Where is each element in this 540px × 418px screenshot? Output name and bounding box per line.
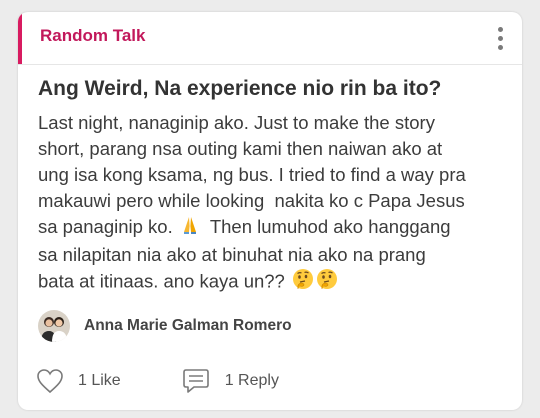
vertical-ellipsis-dot: [497, 35, 503, 41]
body-line-segment: sa panaginip ko.: [38, 216, 173, 237]
like-button[interactable]: 1 Like: [36, 368, 121, 394]
heart-outline-icon: [37, 369, 63, 394]
body-line: short, parang nsa outing kami then naiwa…: [38, 138, 443, 159]
chat-bubble-icon: [182, 369, 209, 393]
more-options-button[interactable]: [492, 20, 508, 56]
body-line-with-emoji: sa panaginip ko. Then lumuhod ako hangga…: [38, 214, 518, 242]
thinking-face-emoji: [292, 268, 314, 297]
body-line-with-emoji: bata at itinaas. ano kaya un??: [38, 268, 518, 297]
header-divider: [18, 64, 522, 65]
like-count-label: 1 Like: [78, 372, 121, 389]
post-actions: 1 Like 1 Reply: [36, 364, 279, 398]
body-line: ung isa kong ksama, ng bus. I tried to f…: [38, 164, 466, 185]
reply-count-label: 1 Reply: [224, 372, 279, 389]
body-line-segment: bata at itinaas. ano kaya un??: [38, 270, 285, 291]
body-line: sa nilapitan nia ako at binuhat nia ako …: [38, 243, 426, 265]
category-accent-bar: [18, 12, 22, 64]
category-label[interactable]: Random Talk: [40, 26, 145, 46]
thinking-face-emoji: [316, 268, 338, 297]
reply-button[interactable]: 1 Reply: [181, 366, 279, 396]
folded-hands-emoji: [180, 215, 200, 242]
body-line-segment: Then lumuhod ako hanggang: [199, 216, 451, 237]
post-body: Last night, nanaginip ako. Just to make …: [38, 110, 518, 297]
vertical-ellipsis-icon: [497, 26, 503, 32]
body-line: Last night, nanaginip ako. Just to make …: [38, 112, 435, 133]
body-line: makauwi pero while looking nakita ko c P…: [38, 190, 465, 211]
vertical-ellipsis-dot: [497, 44, 503, 50]
post-title[interactable]: Ang Weird, Na experience nio rin ba ito?: [38, 77, 508, 101]
author-name[interactable]: Anna Marie Galman Romero: [84, 317, 292, 335]
author-row[interactable]: Anna Marie Galman Romero: [38, 309, 292, 343]
avatar[interactable]: [38, 310, 70, 342]
post-card[interactable]: Random Talk Ang Weird, Na experience nio…: [18, 12, 522, 410]
